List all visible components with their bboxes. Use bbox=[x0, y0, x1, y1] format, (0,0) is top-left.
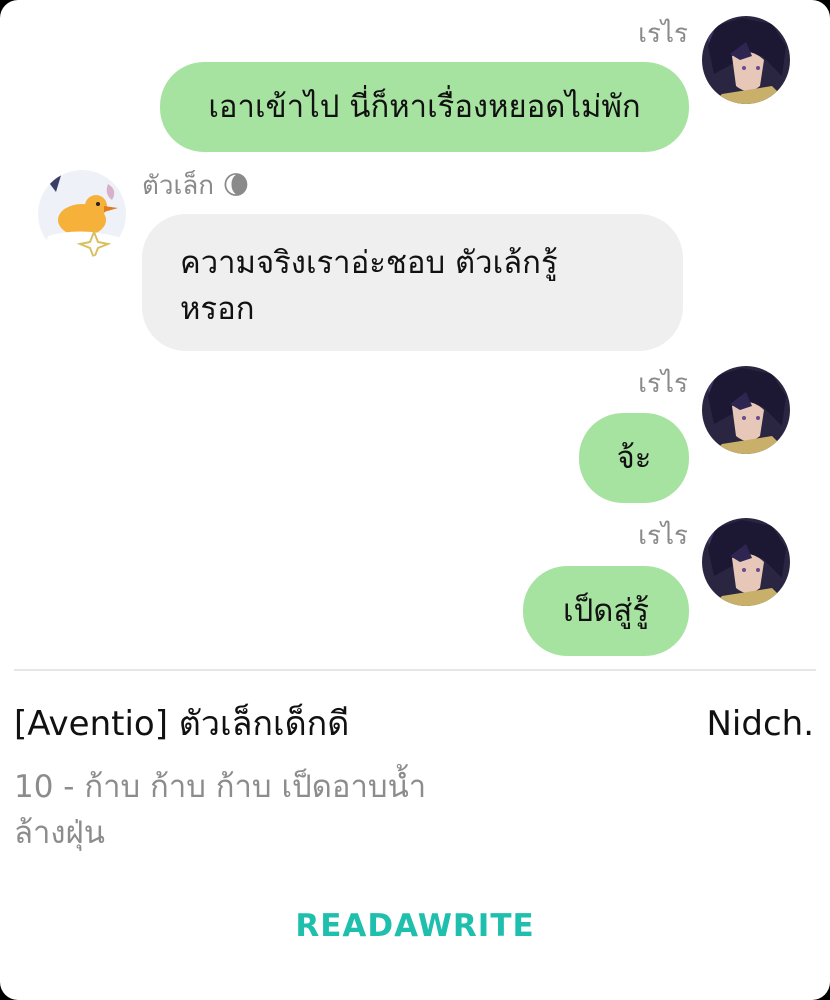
message-bubble[interactable]: เป็ดสู่รู้ bbox=[523, 566, 689, 656]
story-title[interactable]: [Aventio] ตัวเล็กเด็กดี bbox=[14, 700, 349, 748]
sender-label: ตัวเล็ก bbox=[142, 171, 215, 201]
avatar[interactable] bbox=[702, 518, 790, 606]
message-text: เป็ดสู่รู้ bbox=[563, 593, 649, 629]
sender-name: เรไร bbox=[638, 19, 688, 49]
readawrite-logo: READAWRITE bbox=[290, 900, 540, 954]
chapter-title-line: 10 - ก้าบ ก้าบ ก้าบ เป็ดอาบน้ำ bbox=[14, 769, 427, 805]
message-text: จ้ะ bbox=[616, 440, 652, 476]
divider bbox=[14, 669, 816, 671]
duck-avatar-icon bbox=[38, 170, 126, 258]
sender-name: ตัวเล็ก 🌘 bbox=[142, 170, 249, 202]
avatar[interactable] bbox=[702, 366, 790, 454]
message-bubble[interactable]: ความจริงเราอ่ะชอบ ตัวเล้กรู้ หรอก bbox=[142, 214, 683, 351]
chapter-title-line: ล้างฝุ่น bbox=[14, 815, 105, 851]
chapter-title[interactable]: 10 - ก้าบ ก้าบ ก้าบ เป็ดอาบน้ำ ล้างฝุ่น bbox=[14, 764, 474, 856]
sender-name: เรไร bbox=[638, 369, 688, 399]
anime-character-avatar-icon bbox=[702, 16, 790, 104]
avatar[interactable] bbox=[38, 170, 126, 258]
avatar[interactable] bbox=[702, 16, 790, 104]
chat-screen: เรไร เอาเข้าไป นี่ก็หาเรื่องหยอดไม่พัก ต… bbox=[0, 0, 830, 1000]
message-text: เอาเข้าไป นี่ก็หาเรื่องหยอดไม่พัก bbox=[208, 89, 641, 125]
message-bubble[interactable]: เอาเข้าไป นี่ก็หาเรื่องหยอดไม่พัก bbox=[160, 62, 689, 152]
message-text-line: ความจริงเราอ่ะชอบ ตัวเล้กรู้ bbox=[180, 245, 558, 281]
message-bubble[interactable]: จ้ะ bbox=[579, 413, 689, 503]
logo-text: READAWRITE bbox=[295, 908, 535, 944]
moon-icon: 🌘 bbox=[222, 171, 250, 201]
author-name[interactable]: Nidch. bbox=[706, 700, 814, 748]
message-text-line: หรอก bbox=[180, 291, 255, 327]
anime-character-avatar-icon bbox=[702, 366, 790, 454]
anime-character-avatar-icon bbox=[702, 518, 790, 606]
sender-name: เรไร bbox=[638, 521, 688, 551]
